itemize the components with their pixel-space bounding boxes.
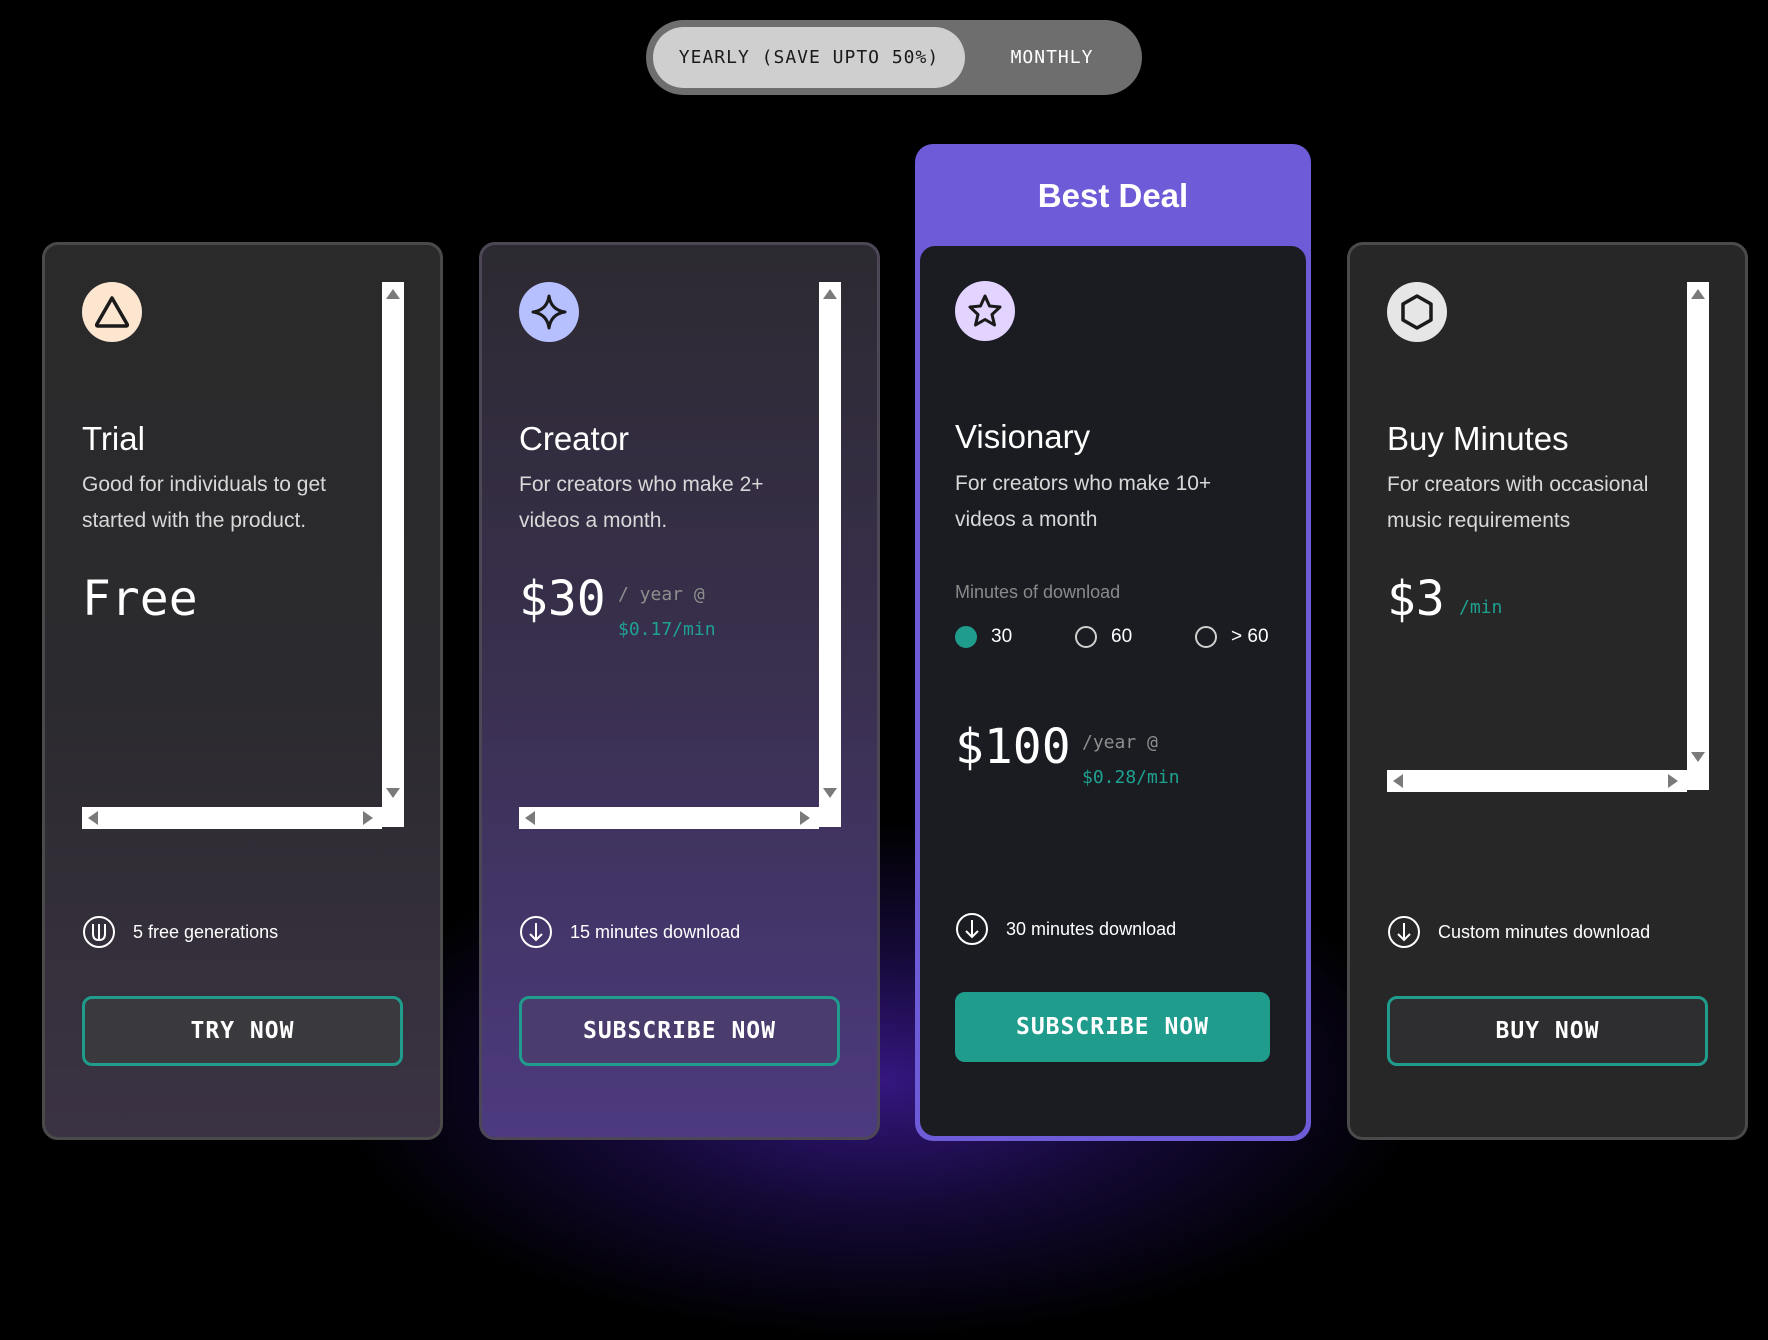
plan-description: For creators with occasional music requi…	[1387, 473, 1649, 532]
yearly-option[interactable]: YEARLY (SAVE UPTO 50%)	[653, 27, 965, 88]
plan-description: Good for individuals to get started with…	[82, 473, 326, 532]
plan-title: Visionary	[955, 418, 1091, 455]
option-label: 60	[1111, 626, 1133, 647]
download-icon	[520, 916, 552, 948]
scroll-up-icon[interactable]	[823, 289, 837, 299]
plan-card-trial: Trial Good for individuals to get starte…	[42, 242, 443, 1140]
scroll-down-icon[interactable]	[823, 788, 837, 798]
feature-text: Custom minutes download	[1438, 921, 1651, 942]
try-now-button[interactable]: TRY NOW	[82, 996, 403, 1066]
scroll-left-icon[interactable]	[525, 811, 535, 825]
subscribe-now-button[interactable]: SUBSCRIBE NOW	[519, 996, 840, 1066]
plan-period: /min	[1459, 590, 1502, 625]
feature-row: 5 free generations	[82, 915, 278, 949]
buy-now-button[interactable]: BUY NOW	[1387, 996, 1708, 1066]
rate-text: /min	[1459, 597, 1503, 618]
feature-row: 15 minutes download	[519, 915, 740, 949]
scroll-left-icon[interactable]	[1393, 774, 1403, 788]
horizontal-scrollbar[interactable]	[519, 807, 819, 829]
scroll-up-icon[interactable]	[386, 289, 400, 299]
scroll-right-icon[interactable]	[363, 811, 373, 825]
plan-price: Free	[82, 571, 198, 627]
horizontal-scrollbar[interactable]	[82, 807, 382, 829]
radio-dot[interactable]	[1075, 626, 1097, 648]
plan-title: Buy Minutes	[1387, 420, 1569, 457]
horizontal-scrollbar[interactable]	[1387, 770, 1687, 792]
download-icon	[956, 913, 988, 945]
best-deal-badge: Best Deal	[1037, 177, 1189, 214]
plan-period: / year @ $0.17/min	[618, 577, 716, 647]
minutes-label: Minutes of download	[955, 582, 1121, 602]
feature-text: 5 free generations	[133, 921, 279, 942]
rate-text: $0.28/min	[1082, 767, 1180, 788]
period-text: / year @	[618, 584, 705, 605]
triangle-icon	[82, 282, 142, 342]
plan-description: For creators who make 2+ videos a month.	[519, 473, 764, 532]
scroll-right-icon[interactable]	[800, 811, 810, 825]
plan-period: /year @ $0.28/min	[1082, 725, 1180, 795]
star-icon	[955, 281, 1015, 341]
vertical-scrollbar[interactable]	[819, 282, 841, 827]
feature-row: Custom minutes download	[1387, 915, 1650, 949]
radio-dot[interactable]	[1195, 626, 1217, 648]
feature-text: 15 minutes download	[570, 921, 741, 942]
plan-description: For creators who make 10+ videos a month	[955, 472, 1212, 531]
minutes-option-60[interactable]: 60	[1075, 626, 1132, 648]
plan-price: $3	[1387, 571, 1445, 627]
plan-title: Trial	[82, 420, 145, 457]
plan-card-buy-minutes: Buy Minutes For creators with occasional…	[1347, 242, 1748, 1140]
scroll-up-icon[interactable]	[1691, 289, 1705, 299]
scroll-down-icon[interactable]	[386, 788, 400, 798]
subscribe-now-button[interactable]: SUBSCRIBE NOW	[955, 992, 1270, 1062]
feature-row: 30 minutes download	[955, 912, 1176, 946]
minutes-option-30[interactable]: 30	[955, 626, 1012, 648]
vertical-scrollbar[interactable]	[1687, 282, 1709, 790]
plan-title: Creator	[519, 420, 630, 457]
rate-text: $0.17/min	[618, 619, 716, 640]
period-text: /year @	[1082, 732, 1158, 753]
sparkle-icon	[519, 282, 579, 342]
vertical-scrollbar[interactable]	[382, 282, 404, 827]
radio-dot[interactable]	[955, 626, 977, 648]
plan-price: $100	[955, 719, 1071, 775]
scroll-down-icon[interactable]	[1691, 752, 1705, 762]
option-label: > 60	[1231, 626, 1269, 647]
option-label: 30	[991, 626, 1013, 647]
plan-card-visionary: Best Deal Visionary For creators who mak…	[915, 144, 1311, 1141]
generation-icon	[83, 916, 115, 948]
plan-card-creator: Creator For creators who make 2+ videos …	[479, 242, 880, 1140]
feature-text: 30 minutes download	[1006, 918, 1177, 939]
hexagon-icon	[1387, 282, 1447, 342]
download-icon	[1388, 916, 1420, 948]
scroll-right-icon[interactable]	[1668, 774, 1678, 788]
monthly-option[interactable]: MONTHLY	[969, 27, 1135, 88]
minutes-option-more[interactable]: > 60	[1195, 626, 1269, 648]
scroll-left-icon[interactable]	[88, 811, 98, 825]
billing-toggle: YEARLY (SAVE UPTO 50%) MONTHLY	[646, 20, 1142, 95]
plan-price: $30	[519, 571, 606, 627]
visionary-card-body: Visionary For creators who make 10+ vide…	[920, 246, 1306, 1136]
